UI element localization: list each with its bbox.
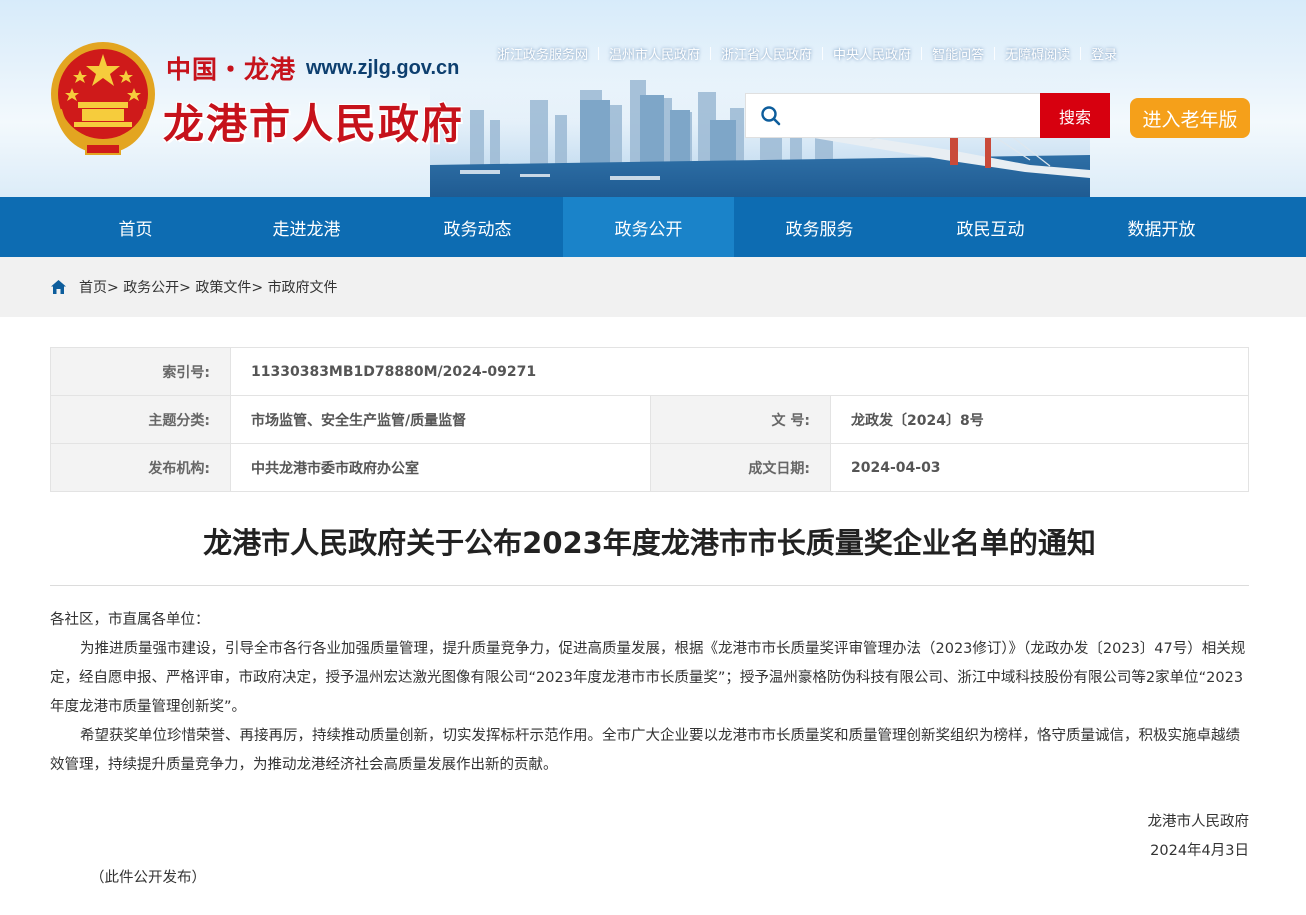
breadcrumb-home[interactable]: 首页> [79, 277, 119, 297]
breadcrumb-public-affairs[interactable]: 政务公开> [123, 277, 191, 297]
top-link-zhejiang[interactable]: 浙江省人民政府 [721, 44, 812, 63]
publish-note: （此件公开发布） [90, 870, 206, 886]
document-meta-table: 索引号: 11330383MB1D78880M/2024-09271 主题分类:… [50, 347, 1249, 492]
home-icon [51, 280, 66, 294]
article-body: 各社区，市直属各单位： 为推进质量强市建设，引导全市各行各业加强质量管理，提升质… [50, 606, 1249, 780]
site-name-cn: 中国・龙港 [166, 55, 297, 84]
top-link-accessibility[interactable]: 无障碍阅读 [1005, 44, 1070, 63]
search-button[interactable]: 搜索 [1040, 93, 1110, 138]
docno-value: 龙政发〔2024〕8号 [830, 395, 1249, 444]
top-link-central[interactable]: 中央人民政府 [833, 44, 911, 63]
nav-item-open-data[interactable]: 数据开放 [1076, 197, 1247, 257]
site-url: www.zjlg.gov.cn [306, 57, 460, 79]
divider [710, 47, 712, 60]
divider [994, 47, 996, 60]
divider [1080, 47, 1082, 60]
index-value: 11330383MB1D78880M/2024-09271 [230, 347, 1249, 396]
divider [598, 47, 600, 60]
site-title[interactable]: 龙港市人民政府 [163, 90, 464, 150]
topic-label: 主题分类: [50, 395, 231, 444]
signature: 龙港市人民政府 [1147, 814, 1250, 830]
national-emblem-icon [51, 42, 155, 155]
date-label: 成文日期: [650, 443, 831, 492]
index-label: 索引号: [50, 347, 231, 396]
article-title: 龙港市人民政府关于公布2023年度龙港市市长质量奖企业名单的通知 [203, 526, 1096, 560]
breadcrumb-city-docs[interactable]: 市政府文件 [268, 277, 338, 297]
site-header: 中国・龙港 www.zjlg.gov.cn 龙港市人民政府 浙江政务服务网 温州… [0, 0, 1306, 197]
top-links: 浙江政务服务网 温州市人民政府 浙江省人民政府 中央人民政府 智能问答 无障碍阅… [497, 44, 1117, 63]
signature-block: 龙港市人民政府 2024年4月3日 [1148, 808, 1250, 866]
nav-item-public-affairs[interactable]: 政务公开 [563, 197, 734, 257]
divider [921, 47, 923, 60]
issuer-value: 中共龙港市委市政府办公室 [230, 443, 651, 492]
salutation: 各社区，市直属各单位： [50, 612, 210, 628]
elder-mode-button[interactable]: 进入老年版 [1130, 98, 1250, 138]
search-icon[interactable] [760, 105, 782, 127]
nav-item-about[interactable]: 走进龙港 [221, 197, 392, 257]
docno-label: 文 号: [650, 395, 831, 444]
nav-item-news[interactable]: 政务动态 [392, 197, 563, 257]
nav-item-interaction[interactable]: 政民互动 [905, 197, 1076, 257]
table-row: 索引号: 11330383MB1D78880M/2024-09271 [50, 347, 1249, 396]
breadcrumb-policy-docs[interactable]: 政策文件> [195, 277, 263, 297]
paragraph: 希望获奖单位珍惜荣誉、再接再厉，持续推动质量创新，切实发挥标杆示范作用。全市广大… [50, 728, 1240, 773]
divider [822, 47, 824, 60]
title-divider [50, 585, 1249, 586]
sign-date: 2024年4月3日 [1150, 843, 1249, 859]
topic-value: 市场监管、安全生产监管/质量监督 [230, 395, 651, 444]
top-link-login[interactable]: 登录 [1091, 44, 1117, 63]
paragraph: 为推进质量强市建设，引导全市各行各业加强质量管理，提升质量竞争力，促进高质量发展… [50, 641, 1246, 715]
table-row: 主题分类: 市场监管、安全生产监管/质量监督 文 号: 龙政发〔2024〕8号 [50, 395, 1249, 444]
top-link-smart-qa[interactable]: 智能问答 [932, 44, 984, 63]
top-link-zjzwfw[interactable]: 浙江政务服务网 [497, 44, 588, 63]
nav-item-services[interactable]: 政务服务 [734, 197, 905, 257]
main-nav: 首页 走进龙港 政务动态 政务公开 政务服务 政民互动 数据开放 [0, 197, 1306, 257]
table-row: 发布机构: 中共龙港市委市政府办公室 成文日期: 2024-04-03 [50, 443, 1249, 492]
nav-item-home[interactable]: 首页 [50, 197, 221, 257]
breadcrumb: 首页> 政务公开> 政策文件> 市政府文件 [50, 277, 338, 297]
date-value: 2024-04-03 [830, 443, 1249, 492]
issuer-label: 发布机构: [50, 443, 231, 492]
search-input[interactable] [792, 100, 1032, 132]
search-box [745, 93, 1041, 138]
top-link-wenzhou[interactable]: 温州市人民政府 [609, 44, 700, 63]
breadcrumb-bar: 首页> 政务公开> 政策文件> 市政府文件 [0, 257, 1306, 317]
